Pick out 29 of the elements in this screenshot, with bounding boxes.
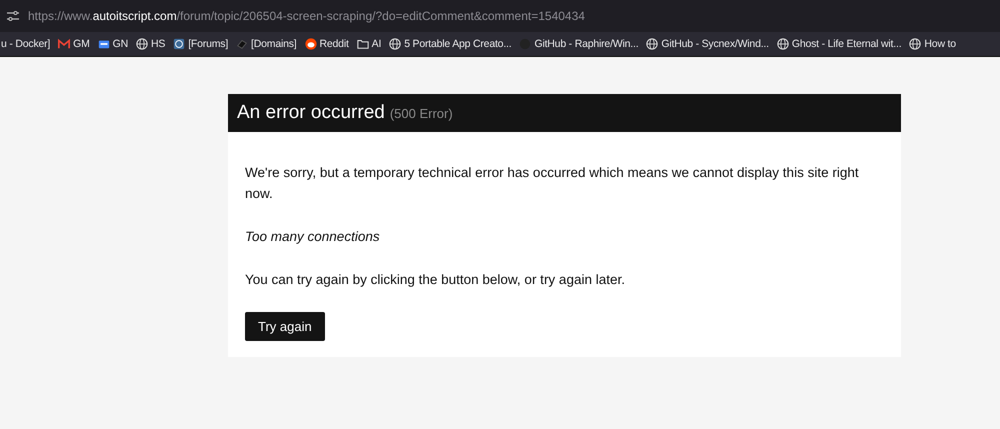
globe-icon [136, 38, 148, 50]
globe-icon [646, 38, 658, 50]
bookmark-link[interactable]: GitHub - Raphire/Win... [519, 38, 638, 50]
bookmark-link[interactable]: AI [356, 38, 382, 50]
error-message: You can try again by clicking the button below, or try again later. [245, 271, 626, 289]
globe-icon [909, 38, 922, 50]
bookmark-link[interactable]: How to [909, 38, 956, 50]
error-message: We're sorry, but a temporary technical error has occurred which means we cannot display this site right now. [245, 164, 860, 203]
bookmark-link[interactable]: GM [58, 38, 90, 50]
error-title: An error occurred [237, 102, 385, 124]
bookmark-link[interactable]: [Domains] [236, 38, 297, 50]
bookmark-link[interactable]: Ghost - Life Eternal wit... [776, 38, 902, 50]
bookmark-link[interactable]: GitHub - Sycnex/Wind... [646, 38, 769, 50]
folder-icon [356, 38, 369, 50]
settings-icon[interactable] [6, 10, 20, 22]
globe-icon [776, 38, 789, 50]
globe-icon [389, 38, 402, 50]
try-again-button[interactable]: Try again [245, 312, 325, 341]
bookmark-link[interactable]: [Forums] [173, 38, 228, 50]
bookmark-link[interactable]: 5 Portable App Creato... [389, 38, 512, 50]
error-message: Too many connections [245, 228, 381, 246]
error-code: (500 Error) [390, 106, 453, 121]
bookmark-link[interactable]: HS [136, 38, 166, 50]
mail-icon [58, 38, 70, 50]
bookmark-link[interactable]: u - Docker] [1, 38, 50, 50]
news-icon [98, 38, 110, 50]
bookmark-link[interactable]: Reddit [304, 38, 349, 50]
badge-icon [173, 38, 186, 50]
bookmark-link[interactable]: GN [98, 38, 128, 50]
